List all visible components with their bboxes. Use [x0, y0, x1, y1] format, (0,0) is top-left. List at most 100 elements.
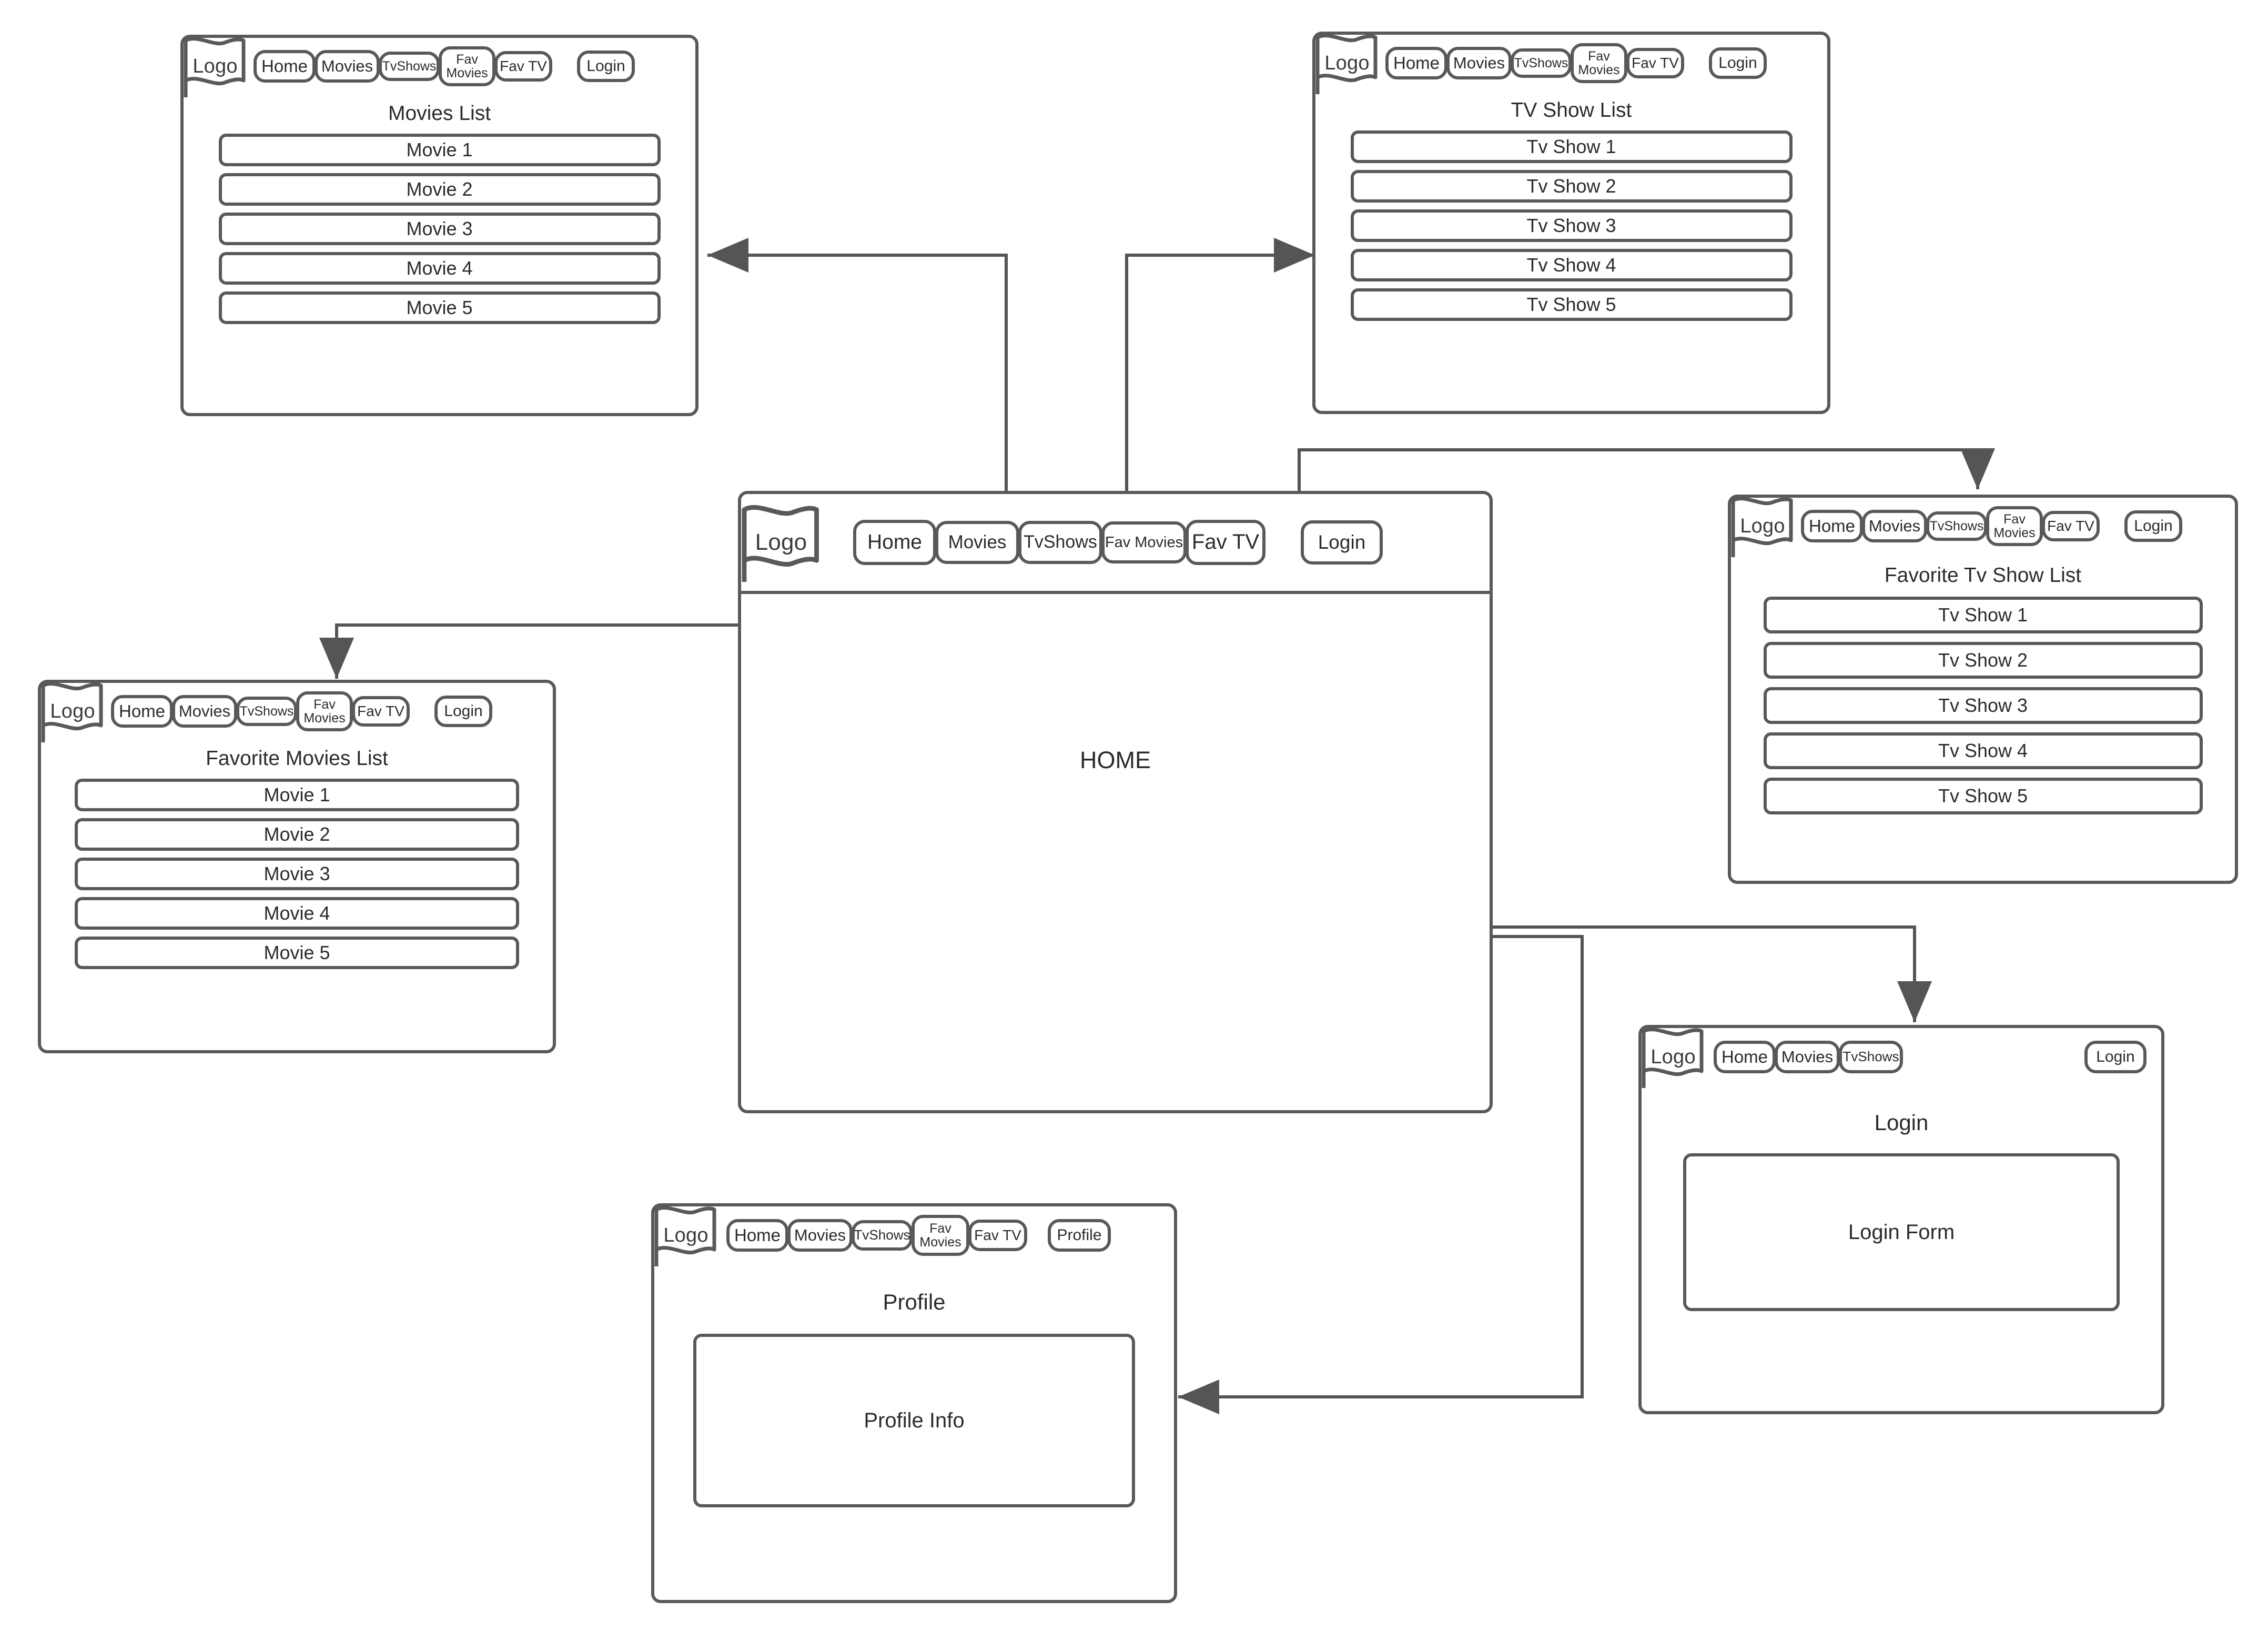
nav-fav-movies[interactable]: Fav Movies — [1571, 43, 1627, 83]
profile-info[interactable]: Profile Info — [693, 1334, 1135, 1507]
nav-tvshows[interactable]: TvShows — [379, 52, 440, 81]
nav-home[interactable]: Home — [1801, 510, 1863, 542]
nav-fav-tv[interactable]: Fav TV — [352, 696, 410, 727]
profile-info-wrapper: Profile Info — [654, 1334, 1174, 1507]
navbar-profile: Logo Home Movies TvShows Fav Movies Fav … — [654, 1206, 1174, 1266]
list-item[interactable]: Tv Show 3 — [1763, 687, 2203, 724]
nav-tvshows[interactable]: TvShows — [1018, 521, 1102, 564]
screen-title-login: Login — [1874, 1110, 1929, 1135]
nav-home[interactable]: Home — [1714, 1041, 1776, 1073]
nav-home[interactable]: Home — [1385, 47, 1447, 79]
favorite-tvshow-list: Tv Show 1 Tv Show 2 Tv Show 3 Tv Show 4 … — [1731, 597, 2235, 814]
logo-text: Logo — [1740, 515, 1785, 537]
navbar-favorite-movies: Logo Home Movies TvShows Fav Movies Fav … — [39, 680, 553, 742]
nav-home[interactable]: Home — [254, 50, 316, 83]
list-item[interactable]: Tv Show 1 — [1763, 597, 2203, 633]
nav-fav-tv[interactable]: Fav TV — [968, 1220, 1027, 1251]
nav-fav-movies[interactable]: Fav Movies — [439, 46, 495, 86]
list-item[interactable]: Tv Show 2 — [1763, 642, 2203, 679]
navbar-login: Logo Home Movies TvShows Login — [1642, 1028, 2161, 1088]
list-item[interactable]: Tv Show 1 — [1350, 130, 1793, 163]
list-item[interactable]: Tv Show 3 — [1350, 209, 1793, 242]
nav-items-tv-show-list: Home Movies TvShows Fav Movies Fav TV Lo… — [1385, 43, 1767, 83]
nav-fav-tv[interactable]: Fav TV — [494, 51, 552, 82]
nav-movies[interactable]: Movies — [1446, 47, 1512, 79]
list-item[interactable]: Movie 5 — [218, 291, 661, 324]
nav-fav-tv[interactable]: Fav TV — [1626, 48, 1684, 78]
nav-items-favorite-movies: Home Movies TvShows Fav Movies Fav TV Lo… — [111, 691, 492, 731]
nav-movies[interactable]: Movies — [1775, 1041, 1840, 1073]
nav-fav-tv[interactable]: Fav TV — [1186, 520, 1265, 565]
nav-login[interactable]: Login — [1301, 520, 1383, 565]
wireframe-canvas: Logo Home Movies TvShows Fav Movies Fav … — [0, 0, 2268, 1631]
nav-items-home: Home Movies TvShows Fav Movies Fav TV Lo… — [853, 520, 1383, 565]
screen-favorite-movies-list: Logo Home Movies TvShows Fav Movies Fav … — [38, 680, 556, 1053]
navbar-tv-show-list: Logo Home Movies TvShows Fav Movies Fav … — [1313, 32, 1827, 94]
nav-tvshows[interactable]: TvShows — [852, 1220, 913, 1251]
nav-tvshows[interactable]: TvShows — [1511, 48, 1572, 78]
nav-login[interactable]: Login — [2124, 510, 2182, 542]
list-item[interactable]: Movie 3 — [218, 213, 661, 245]
navbar-favorite-tvshows: Logo Home Movies TvShows Fav Movies Fav … — [1731, 497, 2235, 557]
screen-login: Logo Home Movies TvShows Login Login Log… — [1638, 1025, 2164, 1414]
nav-movies[interactable]: Movies — [1862, 510, 1927, 542]
nav-movies[interactable]: Movies — [787, 1219, 853, 1252]
screen-title-favorite-tvshows: Favorite Tv Show List — [1884, 564, 2082, 587]
nav-tvshows[interactable]: TvShows — [236, 697, 297, 726]
nav-fav-movies[interactable]: Fav Movies — [1101, 521, 1187, 563]
nav-home[interactable]: Home — [111, 695, 173, 728]
nav-fav-movies[interactable]: Fav Movies — [912, 1215, 969, 1256]
nav-tvshows[interactable]: TvShows — [1839, 1041, 1903, 1073]
logo-text: Logo — [663, 1224, 708, 1246]
list-item[interactable]: Tv Show 4 — [1763, 732, 2203, 769]
logo-flag-icon: Logo — [1313, 32, 1381, 94]
tv-show-list: Tv Show 1 Tv Show 2 Tv Show 3 Tv Show 4 … — [1315, 130, 1827, 321]
list-item[interactable]: Tv Show 2 — [1350, 170, 1793, 203]
nav-items-favorite-tvshows: Home Movies TvShows Fav Movies Fav TV Lo… — [1801, 506, 2182, 546]
screen-title-movies-list: Movies List — [388, 102, 491, 125]
nav-login[interactable]: Login — [434, 696, 492, 727]
logo-flag-icon: Logo — [39, 680, 106, 742]
nav-fav-tv[interactable]: Fav TV — [2042, 511, 2100, 541]
nav-home[interactable]: Home — [853, 520, 936, 565]
list-item[interactable]: Tv Show 5 — [1350, 288, 1793, 321]
list-item[interactable]: Movie 4 — [75, 897, 519, 930]
logo-flag-icon: Logo — [181, 35, 249, 97]
list-item[interactable]: Movie 4 — [218, 252, 661, 285]
logo-text: Logo — [193, 55, 238, 77]
list-item[interactable]: Movie 5 — [75, 937, 519, 969]
nav-login[interactable]: Login — [577, 51, 635, 82]
nav-home[interactable]: Home — [726, 1219, 788, 1252]
screen-favorite-tvshow-list: Logo Home Movies TvShows Fav Movies Fav … — [1728, 495, 2238, 884]
nav-profile[interactable]: Profile — [1048, 1219, 1111, 1252]
login-form-wrapper: Login Form — [1642, 1153, 2161, 1311]
list-item[interactable]: Tv Show 5 — [1763, 778, 2203, 814]
nav-movies[interactable]: Movies — [315, 50, 380, 83]
list-item[interactable]: Movie 1 — [75, 779, 519, 811]
screen-profile: Logo Home Movies TvShows Fav Movies Fav … — [651, 1203, 1177, 1603]
screen-title-profile: Profile — [883, 1290, 946, 1314]
list-item[interactable]: Movie 1 — [218, 134, 661, 166]
list-item[interactable]: Tv Show 4 — [1350, 249, 1793, 281]
logo-text: Logo — [1651, 1045, 1696, 1068]
navbar-home: Logo Home Movies TvShows Fav Movies Fav … — [741, 494, 1490, 594]
list-item[interactable]: Movie 2 — [75, 818, 519, 851]
nav-login[interactable]: Login — [2084, 1041, 2146, 1073]
logo-text: Logo — [1324, 52, 1370, 74]
screen-body-home: HOME — [1080, 747, 1151, 773]
arrow-tvshows-to-tv-show-list — [1125, 238, 1315, 529]
nav-items-movies-list: Home Movies TvShows Fav Movies Fav TV Lo… — [254, 46, 635, 86]
nav-items-profile: Home Movies TvShows Fav Movies Fav TV Pr… — [726, 1215, 1111, 1256]
nav-tvshows[interactable]: TvShows — [1926, 511, 1987, 541]
list-item[interactable]: Movie 3 — [75, 858, 519, 890]
login-form[interactable]: Login Form — [1683, 1153, 2120, 1311]
nav-fav-movies[interactable]: Fav Movies — [1986, 506, 2043, 546]
nav-movies[interactable]: Movies — [935, 521, 1019, 564]
nav-movies[interactable]: Movies — [172, 695, 237, 728]
logo-text: Logo — [755, 529, 807, 555]
movies-list: Movie 1 Movie 2 Movie 3 Movie 4 Movie 5 — [184, 134, 695, 324]
list-item[interactable]: Movie 2 — [218, 173, 661, 206]
nav-fav-movies[interactable]: Fav Movies — [296, 691, 353, 731]
nav-login[interactable]: Login — [1709, 47, 1767, 79]
screen-home: Logo Home Movies TvShows Fav Movies Fav … — [738, 491, 1493, 1113]
